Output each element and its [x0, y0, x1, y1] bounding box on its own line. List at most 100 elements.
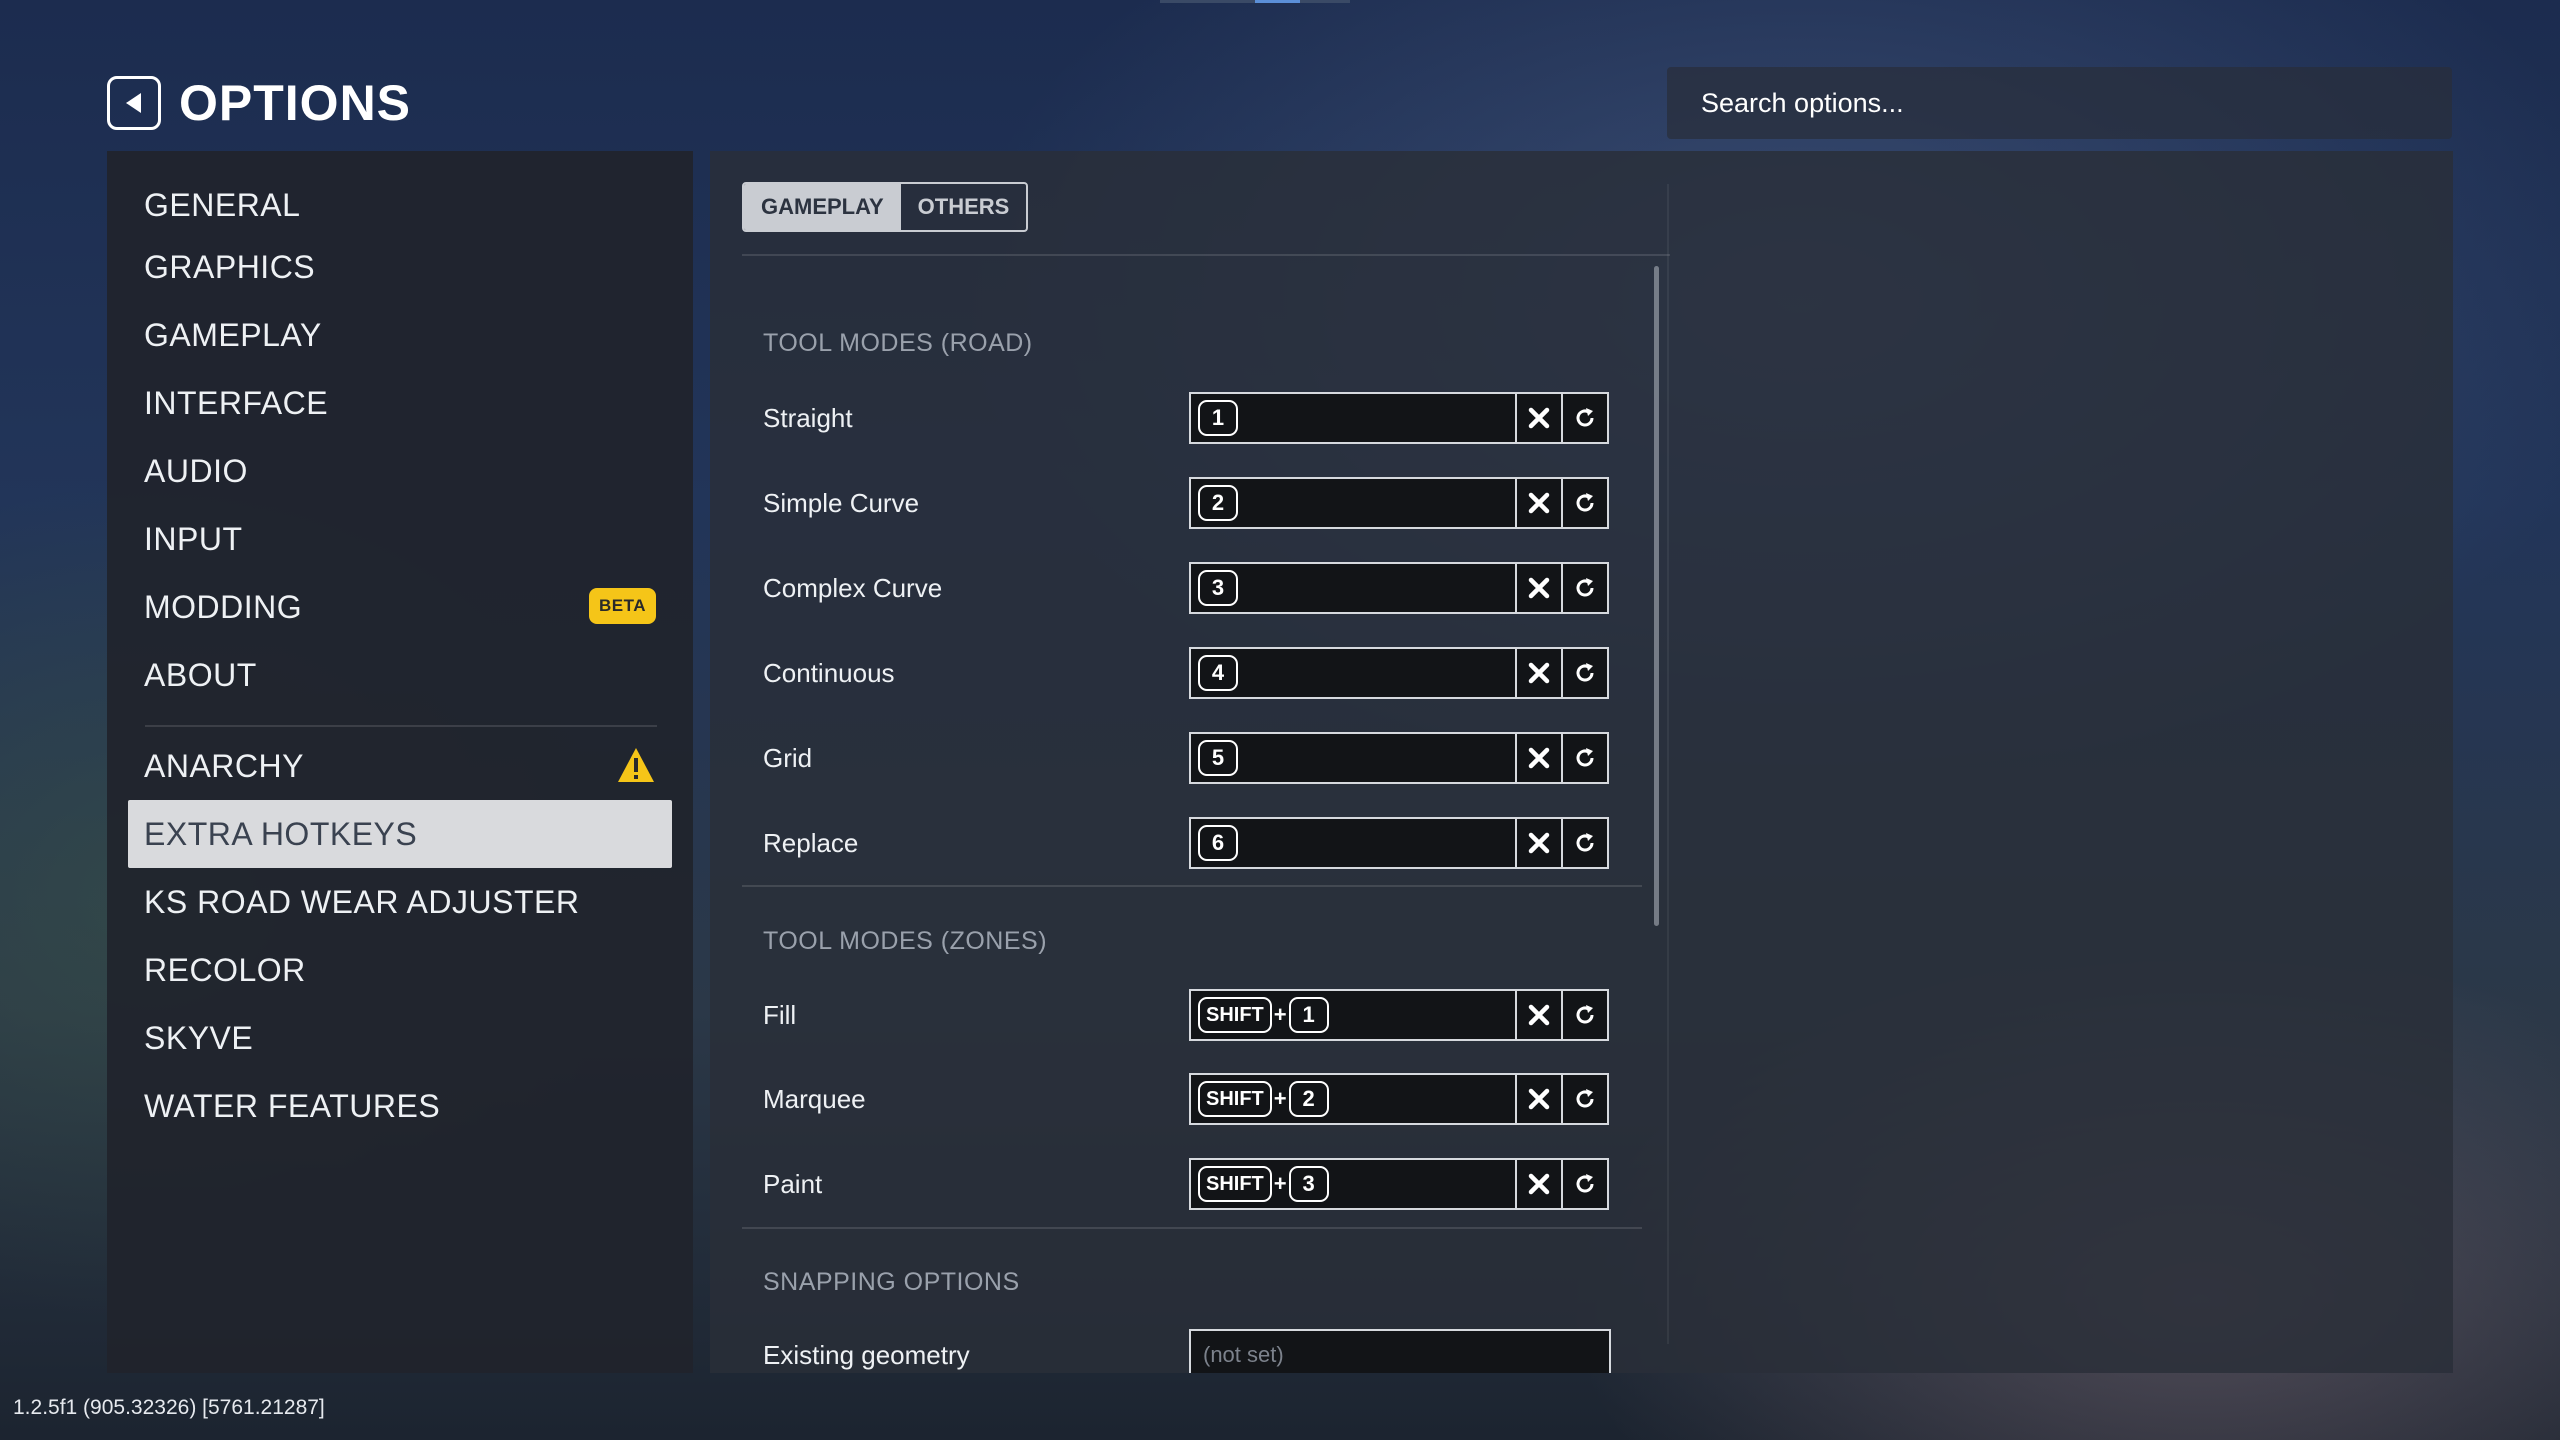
sidebar-item-water-features[interactable]: WATER FEATURES — [128, 1072, 672, 1140]
sidebar-item-general[interactable]: GENERAL — [128, 171, 672, 239]
search-input[interactable] — [1701, 87, 2452, 119]
key-cap: 2 — [1288, 1081, 1329, 1117]
search-box[interactable] — [1667, 67, 2452, 139]
reset-button[interactable] — [1561, 732, 1609, 784]
sidebar-item-label: MODDING — [144, 588, 303, 625]
key-cap: 3 — [1198, 570, 1238, 606]
setting-row: Continuous 4 — [742, 647, 1642, 699]
hotkey-field[interactable]: 2 — [1189, 477, 1517, 529]
sidebar-item-gameplay[interactable]: GAMEPLAY — [128, 301, 672, 369]
sidebar-item-extra-hotkeys[interactable]: EXTRA HOTKEYS — [128, 800, 672, 868]
setting-row: Paint SHIFT + 3 — [742, 1158, 1642, 1210]
sidebar-item-anarchy[interactable]: ANARCHY — [128, 732, 672, 800]
setting-label: Complex Curve — [763, 572, 943, 603]
hotkey-field[interactable]: 1 — [1189, 392, 1517, 444]
modifier-key-cap: SHIFT — [1198, 1081, 1272, 1117]
setting-row: Straight 1 — [742, 392, 1642, 444]
header: OPTIONS — [107, 75, 411, 131]
sidebar-item-interface[interactable]: INTERFACE — [128, 369, 672, 437]
reset-button[interactable] — [1561, 817, 1609, 869]
plus-sign: + — [1273, 1171, 1287, 1196]
reset-button[interactable] — [1561, 989, 1609, 1041]
reset-button[interactable] — [1561, 562, 1609, 614]
back-button[interactable] — [107, 76, 161, 130]
key-cap: 2 — [1198, 485, 1238, 521]
close-icon — [1528, 1173, 1550, 1195]
tabs-divider — [742, 254, 1670, 256]
clear-button[interactable] — [1515, 647, 1563, 699]
sidebar-item-audio[interactable]: AUDIO — [128, 437, 672, 505]
reset-button[interactable] — [1561, 477, 1609, 529]
close-icon — [1528, 1088, 1550, 1110]
existing-geometry-select[interactable]: (not set) — [1189, 1329, 1611, 1373]
hotkey-field[interactable]: 3 — [1189, 562, 1517, 614]
reset-icon — [1576, 1089, 1594, 1108]
sidebar-item-label: GAMEPLAY — [144, 316, 322, 353]
hotkey-field[interactable]: SHIFT + 1 — [1189, 989, 1517, 1041]
sidebar-item-ks-road-wear-adjuster[interactable]: KS ROAD WEAR ADJUSTER — [128, 868, 672, 936]
sidebar-item-label: INTERFACE — [144, 384, 329, 421]
sidebar-item-label: ABOUT — [144, 656, 257, 693]
close-icon — [1528, 577, 1550, 599]
clear-button[interactable] — [1515, 732, 1563, 784]
clear-button[interactable] — [1515, 1073, 1563, 1125]
hotkey-field[interactable]: SHIFT + 2 — [1189, 1073, 1517, 1125]
sidebar-item-label: GENERAL — [144, 186, 301, 223]
sidebar-item-label: KS ROAD WEAR ADJUSTER — [144, 883, 580, 920]
section-divider — [742, 885, 1642, 887]
clear-button[interactable] — [1515, 562, 1563, 614]
reset-button[interactable] — [1561, 392, 1609, 444]
setting-row: Fill SHIFT + 1 — [742, 989, 1642, 1041]
tab-others[interactable]: OTHERS — [901, 184, 1027, 230]
reset-button[interactable] — [1561, 1073, 1609, 1125]
plus-sign: + — [1273, 1002, 1287, 1027]
sidebar-item-label: ANARCHY — [144, 747, 304, 784]
setting-row: Grid 5 — [742, 732, 1642, 784]
sidebar-item-modding[interactable]: MODDING BETA — [128, 573, 672, 641]
panel-divider — [1667, 184, 1669, 1344]
key-cap: 6 — [1198, 825, 1238, 861]
reset-icon — [1576, 833, 1594, 852]
clear-button[interactable] — [1515, 392, 1563, 444]
hotkey-field[interactable]: SHIFT + 3 — [1189, 1158, 1517, 1210]
sidebar-item-label: SKYVE — [144, 1019, 254, 1056]
setting-label: Continuous — [763, 657, 895, 688]
reset-button[interactable] — [1561, 647, 1609, 699]
scrollbar[interactable] — [1654, 266, 1659, 926]
setting-label: Simple Curve — [763, 487, 920, 518]
sidebar-item-recolor[interactable]: RECOLOR — [128, 936, 672, 1004]
sidebar-item-label: GRAPHICS — [144, 248, 316, 285]
back-arrow-icon — [126, 93, 141, 113]
clear-button[interactable] — [1515, 817, 1563, 869]
sidebar-item-graphics[interactable]: GRAPHICS — [128, 233, 672, 301]
sidebar-item-skyve[interactable]: SKYVE — [128, 1004, 672, 1072]
setting-row: Existing geometry (not set) — [742, 1329, 1642, 1373]
key-cap: 4 — [1198, 655, 1238, 691]
section-title-road: TOOL MODES (ROAD) — [763, 329, 1033, 357]
clear-button[interactable] — [1515, 477, 1563, 529]
setting-row: Marquee SHIFT + 2 — [742, 1073, 1642, 1125]
section-divider — [742, 1227, 1642, 1229]
sidebar-divider — [145, 725, 657, 727]
close-icon — [1528, 407, 1550, 429]
hotkey-field[interactable]: 4 — [1189, 647, 1517, 699]
reset-icon — [1576, 748, 1594, 767]
version-info: 1.2.5f1 (905.32326) [5761.21287] — [13, 1396, 325, 1419]
close-icon — [1528, 1004, 1550, 1026]
clear-button[interactable] — [1515, 1158, 1563, 1210]
hotkey-field[interactable]: 5 — [1189, 732, 1517, 784]
modifier-key-cap: SHIFT — [1198, 1166, 1272, 1202]
clear-button[interactable] — [1515, 989, 1563, 1041]
options-panel: GAMEPLAY OTHERS TOOL MODES (ROAD) Straig… — [710, 151, 2453, 1373]
sidebar-item-about[interactable]: ABOUT — [128, 641, 672, 709]
setting-label: Fill — [763, 999, 797, 1030]
section-title-snapping: SNAPPING OPTIONS — [763, 1268, 1020, 1296]
sidebar-item-input[interactable]: INPUT — [128, 505, 672, 573]
reset-button[interactable] — [1561, 1158, 1609, 1210]
tab-gameplay[interactable]: GAMEPLAY — [744, 184, 901, 230]
key-cap: 3 — [1288, 1166, 1329, 1202]
key-cap: 1 — [1288, 997, 1329, 1033]
hotkey-field[interactable]: 6 — [1189, 817, 1517, 869]
reset-icon — [1576, 1174, 1594, 1193]
close-icon — [1528, 492, 1550, 514]
